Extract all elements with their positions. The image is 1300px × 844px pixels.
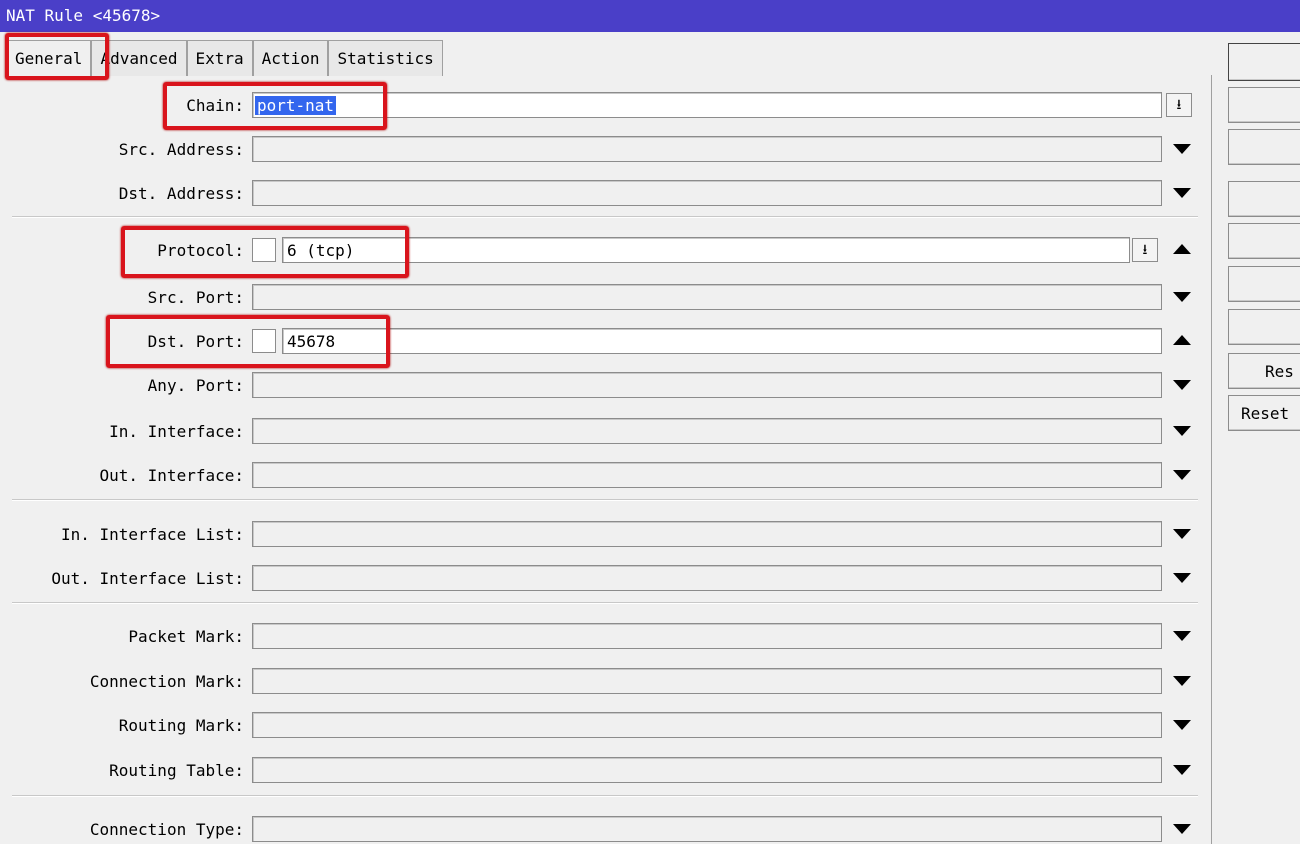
in-interface-expand-icon[interactable] bbox=[1173, 426, 1191, 436]
divider bbox=[12, 602, 1198, 604]
in-interface-list-field[interactable] bbox=[252, 521, 1162, 547]
protocol-field[interactable]: 6 (tcp) bbox=[282, 237, 1130, 263]
dst-address-field[interactable] bbox=[252, 180, 1162, 206]
row-in-interface-list: In. Interface List: bbox=[0, 521, 1212, 549]
out-interface-list-expand-icon[interactable] bbox=[1173, 573, 1191, 583]
highlight-protocol bbox=[121, 226, 409, 278]
packet-mark-label: Packet Mark: bbox=[128, 627, 244, 646]
in-interface-list-label: In. Interface List: bbox=[60, 525, 244, 544]
src-port-field[interactable] bbox=[252, 284, 1162, 310]
packet-mark-field[interactable] bbox=[252, 623, 1162, 649]
packet-mark-expand-icon[interactable] bbox=[1173, 631, 1191, 641]
src-address-expand-icon[interactable] bbox=[1173, 144, 1191, 154]
row-out-interface: Out. Interface: bbox=[0, 462, 1212, 490]
dst-port-collapse-icon[interactable] bbox=[1173, 335, 1191, 345]
connection-mark-field[interactable] bbox=[252, 668, 1162, 694]
divider bbox=[12, 499, 1198, 501]
general-panel: Chain: port-nat ⭳ Src. Address: Dst. Add… bbox=[0, 75, 1212, 844]
connection-mark-expand-icon[interactable] bbox=[1173, 676, 1191, 686]
any-port-field[interactable] bbox=[252, 372, 1162, 398]
row-packet-mark: Packet Mark: bbox=[0, 623, 1212, 651]
in-interface-field[interactable] bbox=[252, 418, 1162, 444]
in-interface-label: In. Interface: bbox=[109, 422, 244, 441]
comment-button[interactable] bbox=[1228, 223, 1300, 259]
window-title: NAT Rule <45678> bbox=[0, 0, 1300, 32]
row-connection-mark: Connection Mark: bbox=[0, 668, 1212, 696]
in-interface-list-expand-icon[interactable] bbox=[1173, 529, 1191, 539]
any-port-expand-icon[interactable] bbox=[1173, 380, 1191, 390]
routing-mark-expand-icon[interactable] bbox=[1173, 720, 1191, 730]
divider bbox=[12, 795, 1198, 797]
routing-mark-label: Routing Mark: bbox=[118, 716, 244, 735]
dst-address-expand-icon[interactable] bbox=[1173, 188, 1191, 198]
out-interface-expand-icon[interactable] bbox=[1173, 470, 1191, 480]
dst-port-field[interactable]: 45678 bbox=[282, 328, 1162, 354]
src-address-field[interactable] bbox=[252, 136, 1162, 162]
routing-table-label: Routing Table: bbox=[109, 761, 244, 780]
reset-all-counters-button[interactable]: Reset bbox=[1228, 395, 1300, 431]
dst-address-label: Dst. Address: bbox=[118, 184, 244, 203]
divider bbox=[12, 216, 1198, 218]
routing-table-expand-icon[interactable] bbox=[1173, 765, 1191, 775]
row-in-interface: In. Interface: bbox=[0, 418, 1212, 446]
copy-button[interactable] bbox=[1228, 266, 1300, 302]
connection-mark-label: Connection Mark: bbox=[89, 672, 244, 691]
out-interface-field[interactable] bbox=[252, 462, 1162, 488]
row-src-address: Src. Address: bbox=[0, 136, 1212, 164]
out-interface-list-label: Out. Interface List: bbox=[51, 569, 244, 588]
highlight-general-tab bbox=[5, 33, 109, 80]
out-interface-list-field[interactable] bbox=[252, 565, 1162, 591]
disable-button[interactable] bbox=[1228, 181, 1300, 217]
chain-field[interactable]: port-nat bbox=[252, 92, 1162, 118]
row-routing-table: Routing Table: bbox=[0, 757, 1212, 785]
chain-dropdown-icon[interactable]: ⭳ bbox=[1166, 93, 1192, 117]
connection-type-label: Connection Type: bbox=[89, 820, 244, 839]
protocol-dropdown-icon[interactable]: ⭳ bbox=[1132, 238, 1158, 262]
connection-type-field[interactable] bbox=[252, 816, 1162, 842]
remove-button[interactable] bbox=[1228, 309, 1300, 345]
tab-action[interactable]: Action bbox=[252, 40, 329, 76]
any-port-label: Any. Port: bbox=[147, 376, 244, 395]
src-address-label: Src. Address: bbox=[118, 140, 244, 159]
ok-button[interactable] bbox=[1228, 43, 1300, 81]
row-routing-mark: Routing Mark: bbox=[0, 712, 1212, 740]
highlight-chain bbox=[163, 82, 387, 130]
row-connection-type: Connection Type: bbox=[0, 816, 1212, 844]
row-src-port: Src. Port: bbox=[0, 284, 1212, 312]
routing-table-field[interactable] bbox=[252, 757, 1162, 783]
highlight-dst-port bbox=[106, 315, 390, 368]
out-interface-label: Out. Interface: bbox=[99, 466, 245, 485]
protocol-collapse-icon[interactable] bbox=[1173, 244, 1191, 254]
connection-type-expand-icon[interactable] bbox=[1173, 824, 1191, 834]
reset-counters-button[interactable]: Res bbox=[1228, 353, 1300, 389]
row-dst-address: Dst. Address: bbox=[0, 180, 1212, 208]
cancel-button[interactable] bbox=[1228, 87, 1300, 123]
routing-mark-field[interactable] bbox=[252, 712, 1162, 738]
src-port-expand-icon[interactable] bbox=[1173, 292, 1191, 302]
row-any-port: Any. Port: bbox=[0, 372, 1212, 400]
src-port-label: Src. Port: bbox=[147, 288, 244, 307]
apply-button[interactable] bbox=[1228, 129, 1300, 165]
tab-statistics[interactable]: Statistics bbox=[328, 40, 443, 76]
row-out-interface-list: Out. Interface List: bbox=[0, 565, 1212, 593]
tab-extra[interactable]: Extra bbox=[186, 40, 253, 76]
